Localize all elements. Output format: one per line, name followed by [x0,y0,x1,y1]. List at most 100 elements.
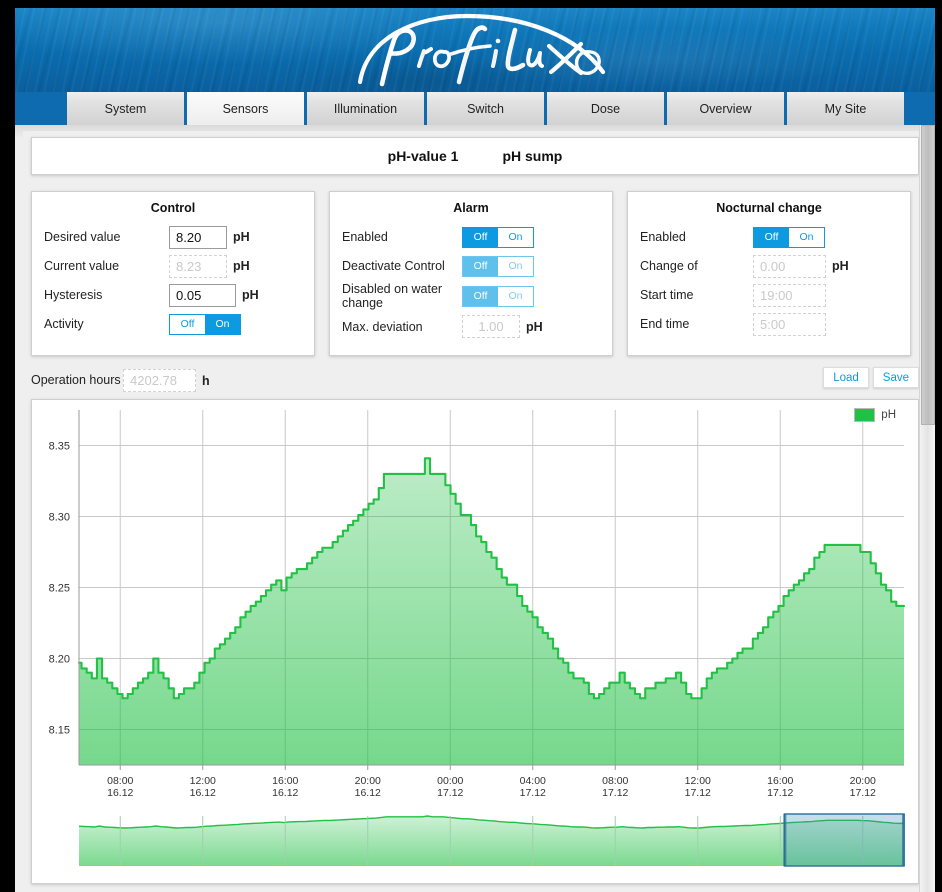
nocturnal-start-time-input: 19:00 [753,283,826,307]
nocturnal-change-of-label: Change of [640,258,698,273]
ph-history-chart[interactable]: 8.158.208.258.308.3508:0016.1212:0016.12… [32,400,918,883]
activity-row: Activity Off On [44,311,302,337]
svg-text:8.20: 8.20 [49,654,70,666]
tab-sensors[interactable]: Sensors [187,92,304,125]
activity-toggle[interactable]: Off On [169,313,241,335]
svg-text:08:00: 08:00 [107,775,133,787]
deactivate-control-label: Deactivate Control [342,258,445,273]
nocturnal-enabled-row: Enabled Off On [640,224,898,250]
svg-text:20:00: 20:00 [850,775,876,787]
nocturnal-change-panel: Nocturnal change Enabled Off On Change o… [627,191,911,356]
nocturnal-enabled-toggle-off[interactable]: Off [754,227,789,247]
alarm-enabled-toggle-off[interactable]: Off [463,227,498,247]
tab-label: Overview [699,101,752,116]
tab-overview[interactable]: Overview [667,92,784,125]
legend-swatch-ph [854,408,876,422]
water-change-toggle-on[interactable]: On [498,286,533,306]
nocturnal-start-time-row: Start time 19:00 [640,282,898,308]
desired-value-row: Desired value 8.20 pH [44,224,302,250]
water-change-toggle[interactable]: Off On [462,285,534,307]
svg-text:12:00: 12:00 [190,775,216,787]
tab-label: Dose [590,101,621,116]
nocturnal-start-time-label: Start time [640,287,694,302]
tab-label: Illumination [333,101,398,116]
page-banner [15,8,935,92]
navigator-handle-right[interactable] [902,814,905,866]
nocturnal-change-of-input: 0.00 [753,254,826,278]
page-title-location: pH sump [502,148,563,164]
chart-legend[interactable]: pH [854,408,896,422]
max-deviation-unit: pH [526,319,543,334]
deactivate-control-row: Deactivate Control Off On [342,253,600,279]
nocturnal-enabled-toggle-on[interactable]: On [789,227,824,247]
nocturnal-enabled-toggle[interactable]: Off On [753,226,825,248]
svg-text:17.12: 17.12 [437,787,463,799]
vertical-scrollbar-track[interactable] [919,125,935,892]
deactivate-control-toggle-on[interactable]: On [498,256,533,276]
svg-text:17.12: 17.12 [685,787,711,799]
tab-illumination[interactable]: Illumination [307,92,424,125]
desired-value-label: Desired value [44,229,121,244]
tab-switch[interactable]: Switch [427,92,544,125]
alarm-enabled-row: Enabled Off On [342,224,600,250]
save-button[interactable]: Save [872,367,919,388]
tab-dose[interactable]: Dose [547,92,664,125]
navigator-handle-left[interactable] [783,814,787,866]
svg-text:8.25: 8.25 [49,583,70,595]
page-title-bar: pH-value 1 pH sump [31,137,919,175]
current-value-unit: pH [233,259,250,273]
navigator-selection-window[interactable] [783,813,905,867]
tab-label: Switch [467,101,504,116]
hysteresis-row: Hysteresis 0.05 pH [44,282,302,308]
desired-value-unit: pH [233,230,250,244]
page-title-sensor: pH-value 1 [387,148,459,164]
water-change-row: Disabled on water change Off On [342,282,600,311]
svg-text:8.30: 8.30 [49,512,70,524]
svg-text:08:00: 08:00 [602,775,628,787]
hysteresis-input[interactable]: 0.05 [169,283,236,307]
activity-label: Activity [44,316,84,331]
hysteresis-label: Hysteresis [44,287,103,302]
browser-window: System Sensors Illumination Switch Dose Overv… [15,8,935,892]
vertical-scrollbar-thumb[interactable] [921,125,935,425]
load-button[interactable]: Load [823,367,869,388]
control-panel-title: Control [150,201,196,215]
hysteresis-unit: pH [242,288,259,302]
deactivate-control-toggle-off[interactable]: Off [463,256,498,276]
tab-system[interactable]: System [67,92,184,125]
alarm-panel-title: Alarm [453,201,489,215]
svg-text:16.12: 16.12 [107,787,133,799]
page-body: pH-value 1 pH sump Control Desired value… [15,125,935,892]
svg-text:00:00: 00:00 [437,775,463,787]
alarm-enabled-toggle-on[interactable]: On [498,227,533,247]
svg-text:16.12: 16.12 [355,787,381,799]
svg-text:8.35: 8.35 [49,441,70,453]
svg-text:17.12: 17.12 [602,787,628,799]
svg-text:16.12: 16.12 [272,787,298,799]
deactivate-control-toggle[interactable]: Off On [462,255,534,277]
page-content: pH-value 1 pH sump Control Desired value… [23,131,927,892]
water-change-toggle-off[interactable]: Off [463,286,498,306]
max-deviation-input: 1.00 [462,315,520,339]
tab-my-site[interactable]: My Site [787,92,904,125]
operation-hours-value: 4202.78 [123,369,196,392]
tab-label: My Site [824,101,867,116]
alarm-panel: Alarm Enabled Off On Deactivate Control … [329,191,613,356]
profilux-logo [357,13,606,87]
svg-text:17.12: 17.12 [767,787,793,799]
nocturnal-change-of-unit: pH [832,259,849,273]
action-button-group: Load Save [823,367,919,388]
svg-text:04:00: 04:00 [520,775,546,787]
nocturnal-end-time-input: 5:00 [753,312,826,336]
nocturnal-change-of-row: Change of 0.00 pH [640,253,898,279]
water-change-label: Disabled on water change [342,282,443,311]
nocturnal-end-time-row: End time 5:00 [640,311,898,337]
activity-toggle-on[interactable]: On [205,314,240,334]
desired-value-input[interactable]: 8.20 [169,225,227,249]
control-panel: Control Desired value 8.20 pH Current va… [31,191,315,356]
svg-text:16:00: 16:00 [272,775,298,787]
alarm-enabled-toggle[interactable]: Off On [462,226,534,248]
tab-label: Sensors [222,101,269,116]
activity-toggle-off[interactable]: Off [170,314,205,334]
operation-hours-label: Operation hours [31,373,121,388]
